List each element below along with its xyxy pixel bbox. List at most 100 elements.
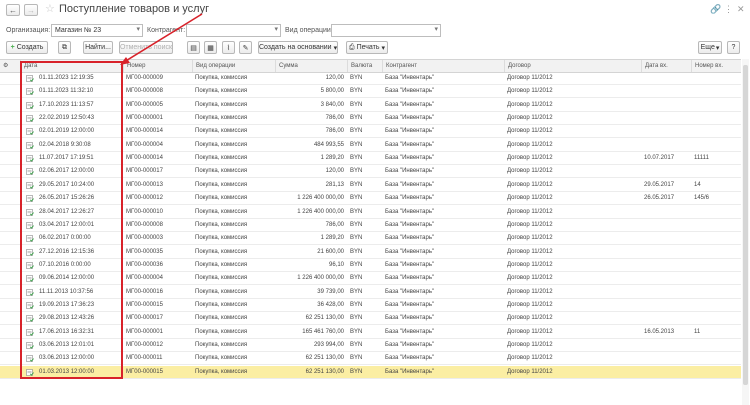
cell-number: МГ00-000015 [126, 368, 163, 375]
favorite-star-icon[interactable]: ☆ [45, 2, 55, 15]
contractor-label: Контрагент: [147, 27, 186, 34]
close-icon[interactable]: ✕ [737, 4, 745, 15]
link-icon[interactable]: 🔗 [710, 4, 721, 15]
cell-incoming-date: 26.05.2017 [644, 195, 675, 202]
dropdown-arrow-icon[interactable]: ▾ [274, 25, 278, 33]
cell-operation: Покупка, комиссия [195, 128, 248, 135]
cell-contractor: База "Инвентарь" [385, 141, 435, 148]
contractor-field[interactable]: ▾ [186, 24, 281, 37]
header-date[interactable]: Дата [20, 60, 123, 72]
header-currency[interactable]: Валюта [347, 60, 382, 72]
cell-number: МГ00-000008 [126, 221, 163, 228]
table-row[interactable]: 19.09.2013 17:36:23 МГ00-000015 Покупка, к… [0, 299, 741, 312]
cancel-search-button[interactable]: Отменить поиск [119, 41, 173, 54]
table-row[interactable]: 17.06.2013 16:32:31 МГ00-000001 Покупка, к… [0, 326, 741, 339]
org-field[interactable]: Магазин № 23 ▾ [51, 24, 143, 37]
header-contract[interactable]: Договор [504, 60, 641, 72]
cell-contract: Договор 11/2012 [507, 301, 553, 308]
table-row[interactable]: 06.02.2017 0:00:00 МГ00-000003 Покупка, ко… [0, 232, 741, 246]
posted-document-icon [26, 88, 34, 96]
table-row[interactable]: 03.06.2013 12:00:00 МГ00-000011 Покупка, к… [0, 352, 741, 366]
table-row[interactable]: 01.11.2023 11:32:10 МГ00-000008 Покупка, к… [0, 85, 741, 99]
header-sum[interactable]: Сумма [275, 60, 347, 72]
table-row[interactable]: 22.02.2019 12:50:43 МГ00-000001 Покупка, к… [0, 112, 741, 126]
table-row[interactable]: 03.06.2013 12:01:01 МГ00-000012 Покупка, к… [0, 339, 741, 352]
post-button[interactable]: ▤ [187, 41, 200, 54]
cell-contract: Договор 11/2012 [507, 261, 553, 268]
operation-field[interactable]: ▾ [331, 24, 441, 37]
cell-incoming-date [641, 112, 691, 124]
scrollbar-thumb[interactable] [743, 65, 748, 385]
table-row[interactable]: 09.06.2014 12:00:00 МГ00-000004 Покупка, к… [0, 272, 741, 286]
header-number[interactable]: Номер [123, 60, 192, 72]
cell-incoming-number [691, 366, 741, 378]
help-button[interactable]: ? [727, 41, 740, 54]
posted-document-icon [26, 342, 34, 349]
dropdown-arrow-icon[interactable]: ▾ [434, 25, 438, 33]
cell-operation: Покупка, комиссия [195, 155, 248, 162]
structure-button[interactable]: ▦ [204, 41, 217, 54]
cell-incoming-date [641, 99, 691, 111]
forward-button[interactable]: → [24, 4, 38, 16]
cell-incoming-number [691, 85, 741, 97]
table-row[interactable]: 27.12.2016 12:15:36 МГ00-000035 Покупка, к… [0, 246, 741, 259]
cell-contractor: База "Инвентарь" [385, 168, 435, 175]
table-row[interactable]: 03.04.2017 12:00:01 МГ00-000008 Покупка, к… [0, 219, 741, 232]
find-button[interactable]: Найти... [83, 41, 113, 54]
cell-incoming-date: 29.05.2017 [644, 181, 675, 188]
cell-number: МГ00-000012 [126, 195, 163, 202]
header-incoming-date[interactable]: Дата вх. [641, 60, 691, 72]
posted-document-icon [26, 262, 34, 269]
table-row[interactable]: 28.04.2017 12:26:27 МГ00-000010 Покупка, к… [0, 206, 741, 219]
cell-incoming-date [641, 219, 691, 231]
posted-document-icon [26, 141, 34, 149]
structure-icon: ▦ [207, 44, 214, 52]
table-row[interactable]: 29.05.2017 10:24:00 МГ00-000013 Покупка, к… [0, 179, 741, 192]
table-row[interactable]: 02.06.2017 12:00:00 МГ00-000017 Покупка, к… [0, 165, 741, 179]
edit-button[interactable]: ✎ [239, 41, 252, 54]
table-row[interactable]: 01.03.2013 12:00:00 МГ00-000015 Покупка, к… [0, 365, 741, 379]
cell-incoming-date [641, 72, 691, 84]
cell-sum: 1 289,20 [320, 235, 344, 242]
table-row[interactable]: 29.08.2013 12:43:26 МГ00-000017 Покупка, к… [0, 312, 741, 326]
create-button[interactable]: + Создать [6, 41, 48, 54]
table-row[interactable]: 11.11.2013 10:37:56 МГ00-000016 Покупка, к… [0, 286, 741, 299]
table-row[interactable]: 01.11.2023 12:19:35 МГ00-000009 Покупка, к… [0, 72, 741, 85]
header-contractor[interactable]: Контрагент [382, 60, 504, 72]
header-incoming-number[interactable]: Номер вх. [691, 60, 741, 72]
table-header: ⚙ Дата Номер Вид операции Сумма Валюта К… [0, 59, 741, 73]
cell-incoming-date [641, 125, 691, 137]
cell-operation: Покупка, комиссия [195, 235, 248, 242]
arrow-right-icon: → [27, 5, 35, 15]
table-row[interactable]: 02.01.2019 12:00:00 МГ00-000014 Покупка, к… [0, 125, 741, 139]
attach-button[interactable]: ⌇ [222, 41, 235, 54]
header-operation[interactable]: Вид операции [192, 60, 275, 72]
table-row[interactable]: 17.10.2023 11:13:57 МГ00-000005 Покупка, к… [0, 99, 741, 112]
copy-button[interactable]: ⧉ [58, 41, 71, 54]
cell-operation: Покупка, комиссия [195, 75, 248, 81]
settings-column-icon[interactable]: ⚙ [0, 60, 20, 72]
back-button[interactable]: ← [6, 4, 20, 16]
more-vertical-icon[interactable]: ⋮ [724, 4, 733, 15]
cell-operation: Покупка, комиссия [195, 88, 248, 95]
posted-document-icon [26, 115, 34, 122]
cell-operation: Покупка, комиссия [195, 368, 248, 375]
posted-document-icon [26, 208, 34, 216]
more-button[interactable]: Еще ▾ [698, 41, 722, 54]
cell-currency: BYN [350, 301, 363, 308]
cell-incoming-date [641, 339, 691, 351]
cell-contract: Договор 11/2012 [507, 221, 553, 228]
cell-sum: 3 840,00 [320, 101, 344, 108]
table-row[interactable]: 26.05.2017 15:26:26 МГ00-000012 Покупка, к… [0, 192, 741, 206]
table-row[interactable]: 07.10.2016 0:00:00 МГ00-000036 Покупка, ко… [0, 259, 741, 272]
table-row[interactable]: 11.07.2017 17:19:51 МГ00-000014 Покупка, к… [0, 152, 741, 166]
cell-number: МГ00-000010 [126, 208, 163, 215]
create-based-button[interactable]: Создать на основании ▾ [258, 41, 338, 54]
vertical-scrollbar[interactable] [742, 59, 749, 405]
print-button[interactable]: ⎙ Печать ▾ [346, 41, 388, 54]
dropdown-arrow-icon[interactable]: ▾ [136, 25, 140, 33]
table-row[interactable]: 02.04.2018 9:30:08 МГ00-000004 Покупка, ко… [0, 139, 741, 152]
cell-date: 03.06.2013 12:00:00 [39, 355, 95, 362]
cell-date: 22.02.2019 12:50:43 [39, 115, 95, 122]
cell-contract: Договор 11/2012 [507, 195, 553, 202]
